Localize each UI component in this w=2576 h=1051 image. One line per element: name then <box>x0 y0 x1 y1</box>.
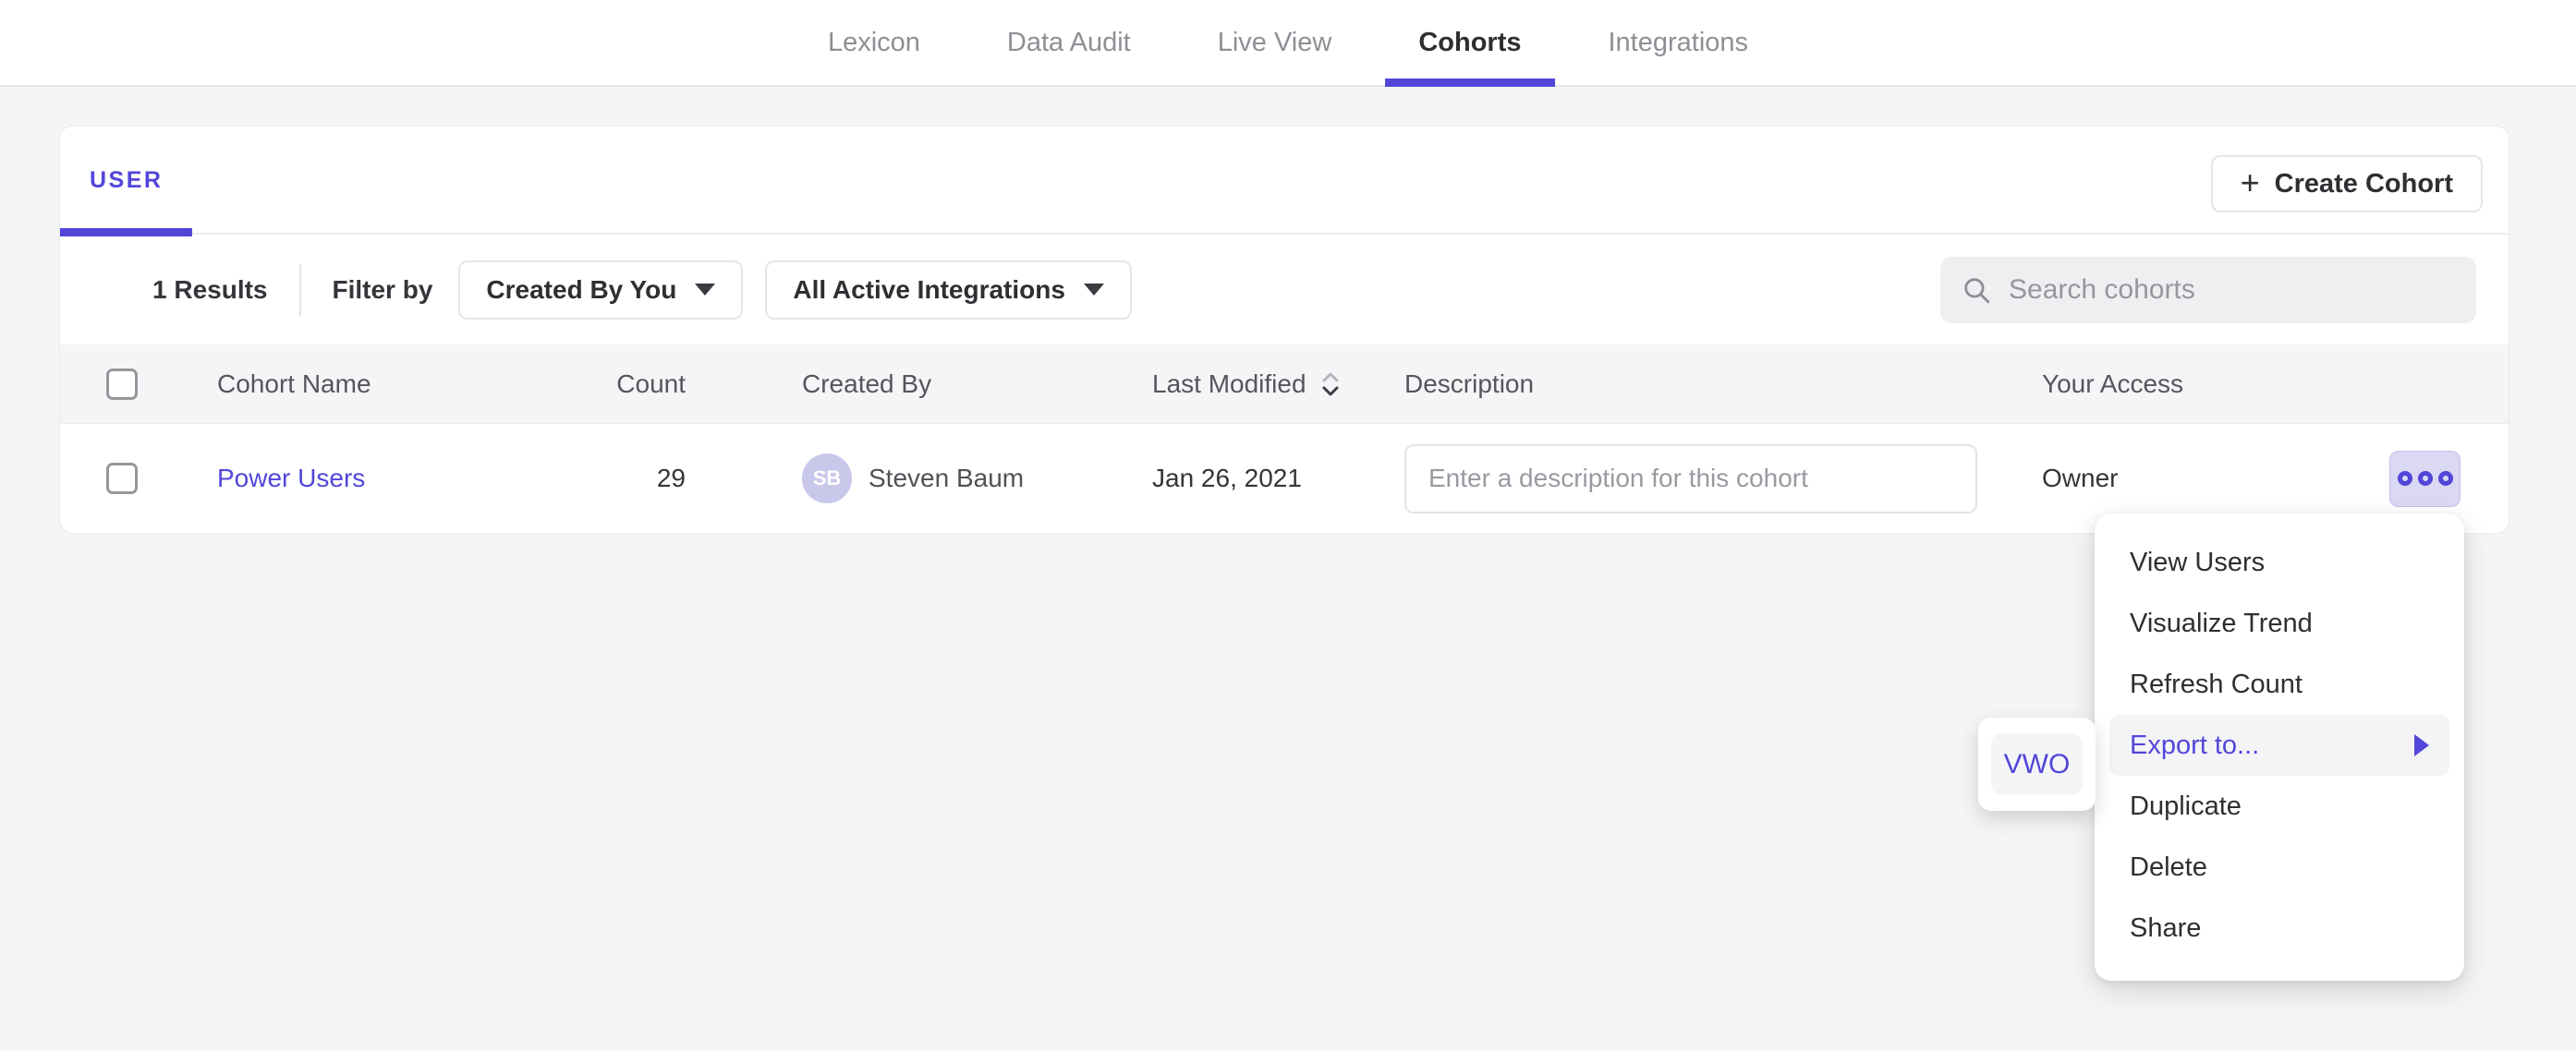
panel-tabs-bar: USER + Create Cohort <box>60 127 2509 235</box>
integrations-dropdown-label: All Active Integrations <box>793 275 1065 305</box>
created-by-dropdown[interactable]: Created By You <box>458 260 743 320</box>
created-by-cell: SB Steven Baum <box>686 453 1152 503</box>
ellipsis-icon <box>2418 471 2433 486</box>
access-value: Owner <box>2042 464 2118 493</box>
cohort-name-cell: Power Users <box>217 464 522 493</box>
nav-tab-label: Live View <box>1218 28 1332 58</box>
created-by-dropdown-label: Created By You <box>486 275 676 305</box>
last-modified-cell: Jan 26, 2021 <box>1152 464 1404 493</box>
ellipsis-icon <box>2398 471 2412 486</box>
header-cohort-name: Cohort Name <box>217 369 522 399</box>
nav-tab-label: Data Audit <box>1007 28 1131 58</box>
menu-item-duplicate[interactable]: Duplicate <box>2109 776 2449 837</box>
menu-item-export-to[interactable]: Export to... <box>2109 715 2449 776</box>
nav-tab-label: Lexicon <box>828 28 920 58</box>
header-checkbox-cell <box>60 368 217 400</box>
nav-tab-cohorts[interactable]: Cohorts <box>1385 0 1554 85</box>
header-last-modified[interactable]: Last Modified <box>1152 369 1404 399</box>
nav-tab-data-audit[interactable]: Data Audit <box>974 0 1164 85</box>
menu-item-label: Delete <box>2130 852 2207 883</box>
submenu-arrow-icon <box>2414 734 2429 756</box>
nav-tab-live-view[interactable]: Live View <box>1185 0 1366 85</box>
filter-toolbar: 1 Results Filter by Created By You All A… <box>60 235 2509 344</box>
nav-tab-lexicon[interactable]: Lexicon <box>795 0 954 85</box>
count-cell: 29 <box>522 464 686 493</box>
table-header-row: Cohort Name Count Created By Last Modifi… <box>60 344 2509 424</box>
menu-item-label: Share <box>2130 913 2201 944</box>
export-submenu: VWO <box>1978 718 2096 811</box>
menu-item-label: Visualize Trend <box>2130 609 2313 639</box>
nav-tab-integrations[interactable]: Integrations <box>1575 0 1782 85</box>
plus-icon: + <box>2241 166 2260 199</box>
vertical-divider <box>299 264 301 316</box>
export-vwo-button[interactable]: VWO <box>1991 733 2083 795</box>
description-input[interactable] <box>1404 444 1977 513</box>
cohort-name-link[interactable]: Power Users <box>217 464 365 492</box>
nav-tab-label: Cohorts <box>1418 28 1521 58</box>
chevron-down-icon <box>695 284 715 296</box>
row-actions-button[interactable] <box>2389 451 2461 507</box>
access-cell: Owner <box>1977 451 2509 507</box>
menu-item-visualize-trend[interactable]: Visualize Trend <box>2109 593 2449 654</box>
menu-item-share[interactable]: Share <box>2109 898 2449 959</box>
tab-user[interactable]: USER <box>60 127 192 235</box>
menu-item-label: View Users <box>2130 548 2265 578</box>
row-checkbox-cell <box>60 463 217 494</box>
menu-item-label: Export to... <box>2130 731 2259 761</box>
active-tab-underline <box>1385 79 1554 87</box>
tab-user-underline <box>60 228 192 236</box>
integrations-dropdown[interactable]: All Active Integrations <box>765 260 1132 320</box>
header-created-by: Created By <box>686 369 1152 399</box>
header-your-access-label: Your Access <box>2042 369 2183 399</box>
search-cohorts-box[interactable] <box>1940 257 2476 323</box>
create-cohort-label: Create Cohort <box>2275 169 2453 199</box>
nav-tab-label: Integrations <box>1609 28 1749 58</box>
menu-item-label: Refresh Count <box>2130 670 2303 700</box>
chevron-down-icon <box>1084 284 1104 296</box>
ellipsis-icon <box>2438 471 2453 486</box>
menu-item-refresh-count[interactable]: Refresh Count <box>2109 654 2449 715</box>
search-icon <box>1961 274 1992 306</box>
search-cohorts-input[interactable] <box>2009 274 2456 306</box>
row-actions-menu: View Users Visualize Trend Refresh Count… <box>2095 513 2464 981</box>
filter-by-label: Filter by <box>333 275 433 305</box>
description-cell <box>1404 444 1977 513</box>
header-your-access: Your Access <box>1977 369 2509 399</box>
select-all-checkbox[interactable] <box>106 368 138 400</box>
results-count: 1 Results <box>152 275 268 305</box>
created-by-name: Steven Baum <box>869 464 1024 493</box>
top-navigation: Lexicon Data Audit Live View Cohorts Int… <box>0 0 2576 87</box>
menu-item-label: Duplicate <box>2130 791 2242 822</box>
menu-item-delete[interactable]: Delete <box>2109 837 2449 898</box>
avatar: SB <box>802 453 852 503</box>
row-checkbox[interactable] <box>106 463 138 494</box>
header-description: Description <box>1404 369 1977 399</box>
sort-icon <box>1321 371 1340 397</box>
header-count: Count <box>522 369 686 399</box>
tab-user-label: USER <box>90 167 163 194</box>
header-last-modified-label: Last Modified <box>1152 369 1306 399</box>
create-cohort-button[interactable]: + Create Cohort <box>2211 155 2483 212</box>
menu-item-view-users[interactable]: View Users <box>2109 532 2449 593</box>
cohorts-panel: USER + Create Cohort 1 Results Filter by… <box>59 126 2509 533</box>
